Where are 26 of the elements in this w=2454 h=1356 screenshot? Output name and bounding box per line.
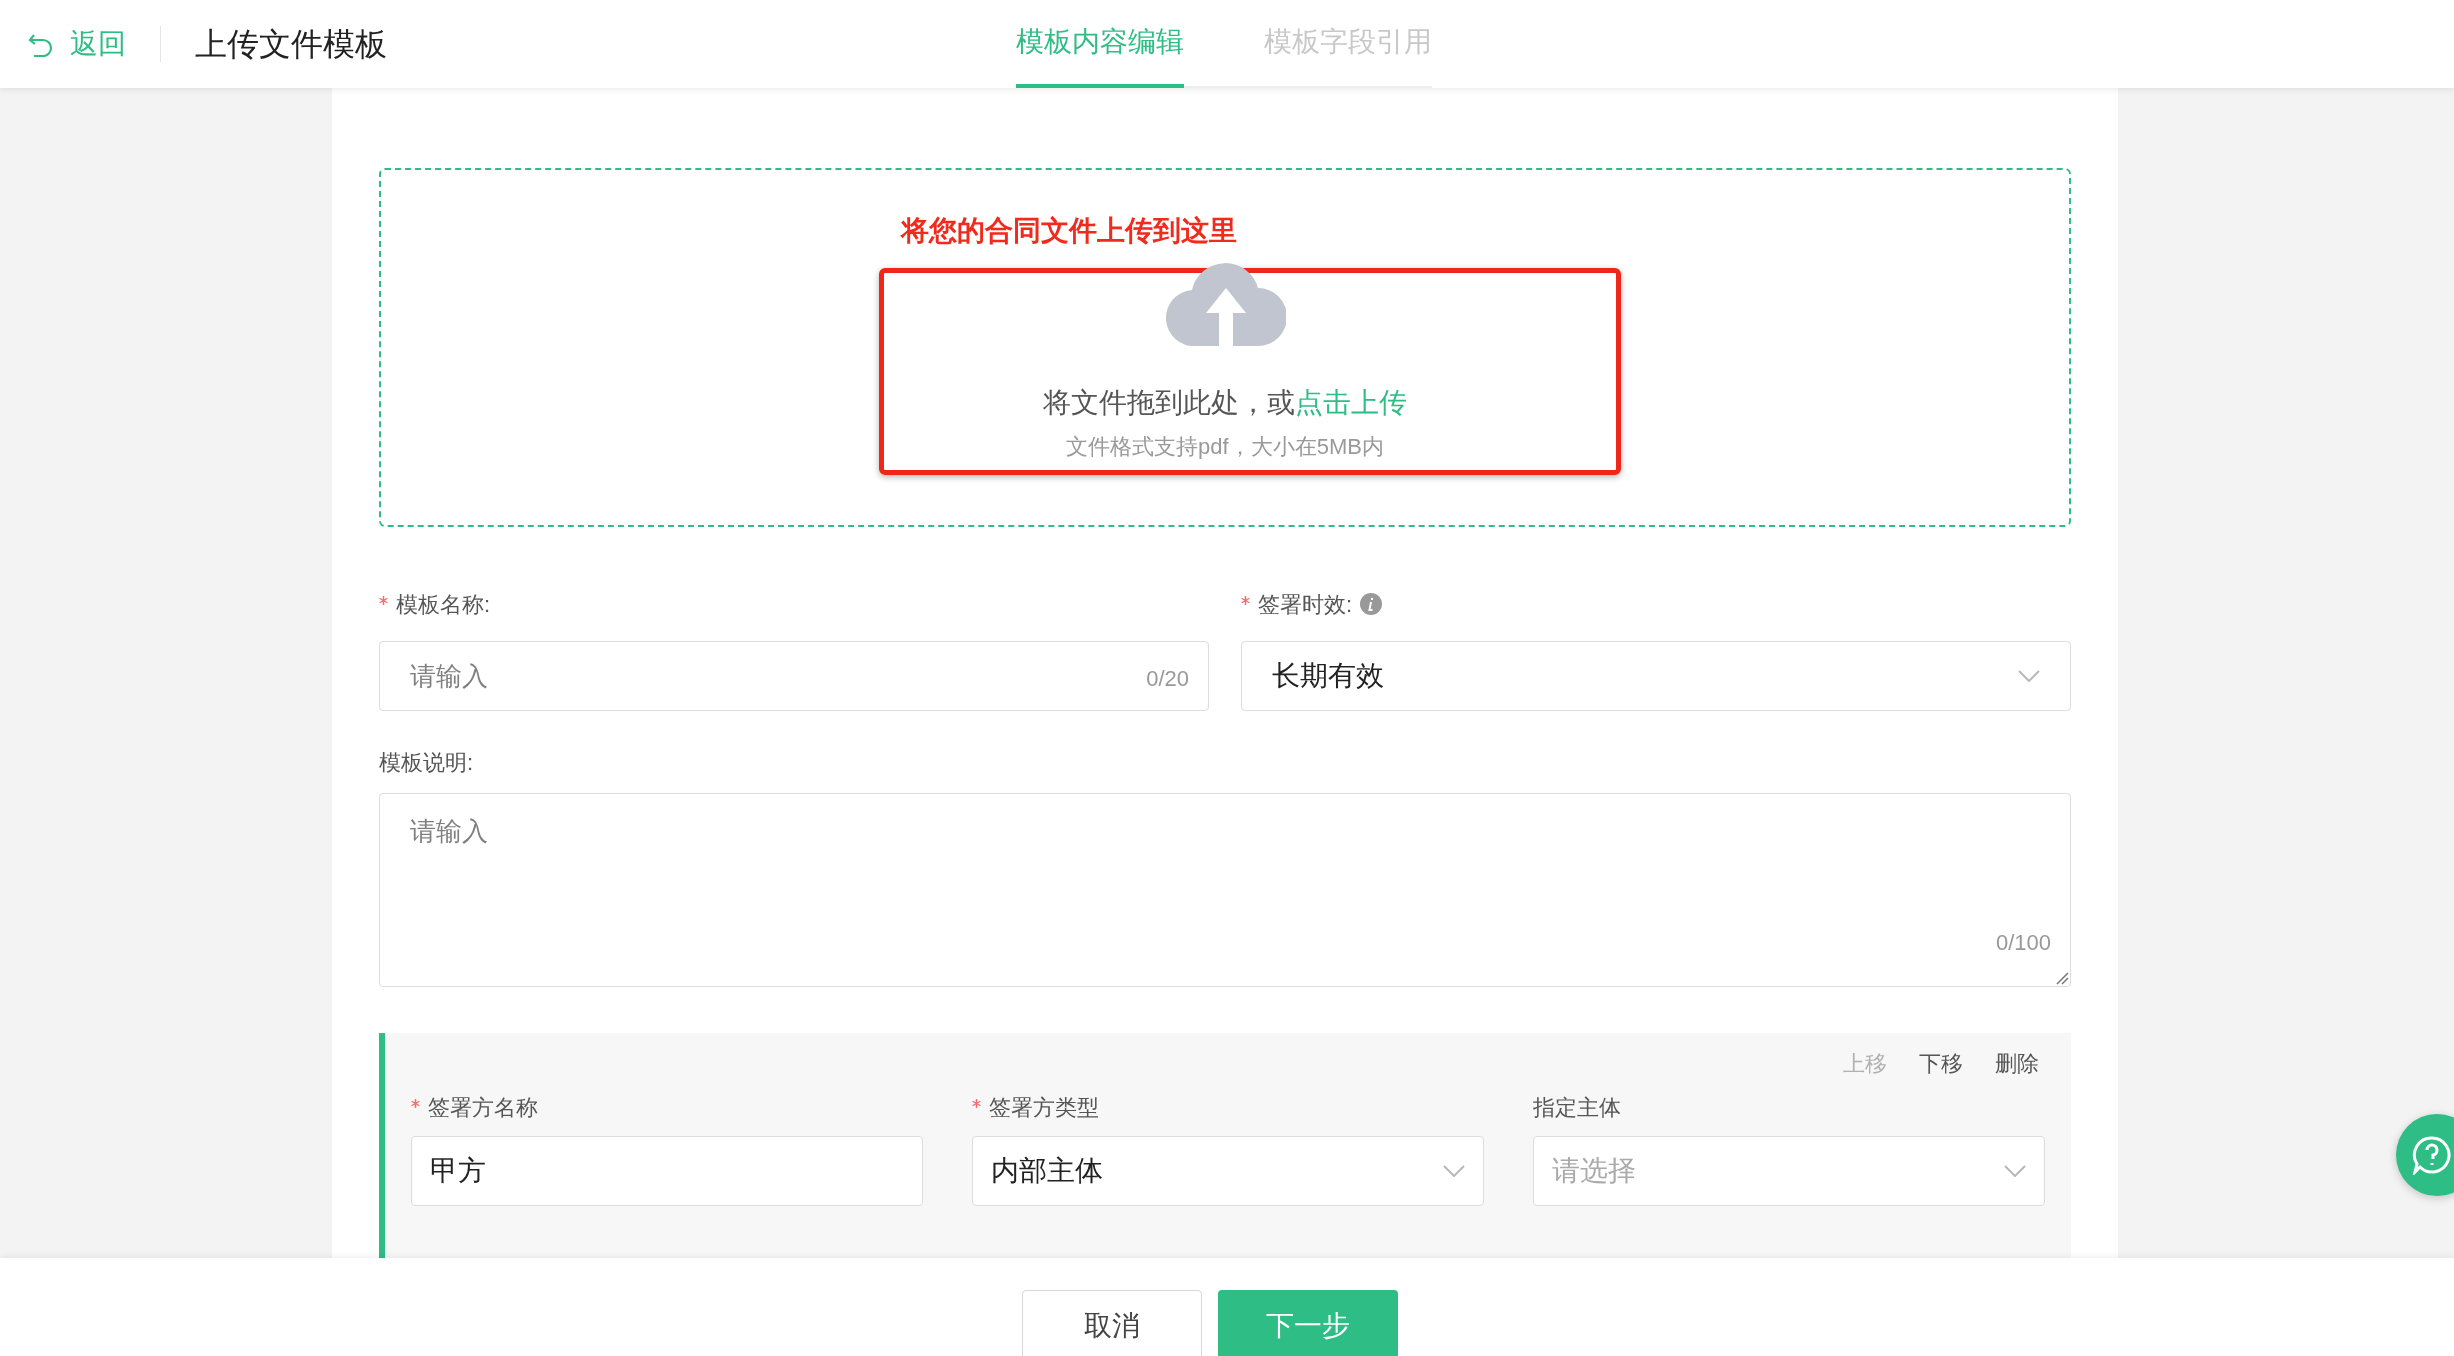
field-label: 模板名称: (396, 590, 491, 619)
help-button[interactable] (2396, 1114, 2454, 1196)
char-counter: 0/100 (1995, 929, 2051, 957)
chevron-down-icon (1443, 1165, 1465, 1177)
validity-select[interactable]: 长期有效 (1241, 641, 2071, 711)
resize-handle-icon[interactable] (2055, 971, 2069, 985)
char-counter: 0/20 (1146, 665, 1189, 693)
chevron-down-icon (2018, 670, 2040, 682)
field-label: 指定主体 (1533, 1093, 1621, 1122)
input-field[interactable]: 甲方 (411, 1136, 923, 1206)
card-action-link[interactable]: 删除 (1995, 1047, 2039, 1080)
help-chat-icon (2412, 1135, 2452, 1175)
info-icon (1360, 593, 1383, 615)
field-label: 签署时效: (1258, 590, 1353, 619)
cancel-button[interactable]: 取消 (1022, 1290, 1202, 1356)
select-field[interactable]: 内部主体 (972, 1136, 1484, 1206)
field-label: 签署方类型 (989, 1093, 1099, 1122)
card-action-link[interactable]: 下移 (1919, 1047, 1963, 1080)
upload-prompt: 将文件拖到此处，或点击上传 (1043, 386, 1407, 420)
upload-dropzone[interactable]: 将您的合同文件上传到这里 将文件拖到此处，或点击上传 文件格式支持pdf，大小在5MB内 (379, 168, 2071, 527)
chevron-down-icon (2004, 1165, 2026, 1177)
page-title: 上传文件模板 (195, 25, 387, 64)
field-label: 签署方名称 (428, 1093, 538, 1122)
field-label: 模板说明: (379, 748, 474, 777)
upload-hint: 文件格式支持pdf，大小在5MB内 (1066, 433, 1384, 461)
annotation-text: 将您的合同文件上传到这里 (901, 214, 1237, 248)
